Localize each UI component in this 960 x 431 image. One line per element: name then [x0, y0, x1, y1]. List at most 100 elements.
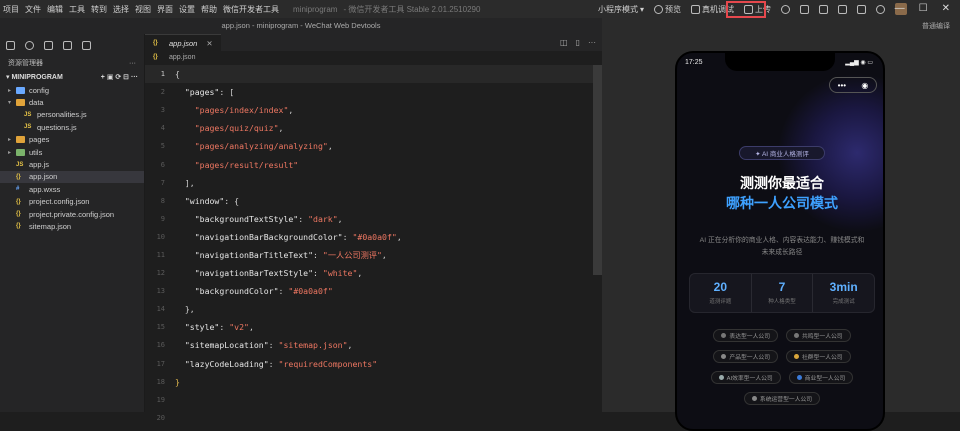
chip-label: 表达型一人公司 — [729, 334, 770, 340]
tree-item-label: personalities.js — [37, 110, 87, 120]
menu-item-9[interactable]: 帮助 — [198, 4, 220, 15]
layout-icon — [838, 4, 848, 14]
line-number: 20 — [156, 413, 165, 422]
file-tree: ▸ config ▾ data JS personalities.js JS question… — [0, 84, 144, 233]
toolbar-icon-3[interactable] — [819, 4, 829, 14]
menu-item-5[interactable]: 选择 — [110, 4, 132, 15]
tree-item-label: utils — [29, 147, 43, 157]
compare-icon[interactable]: ◫ — [560, 38, 568, 47]
code-text: "pages/quiz/quiz", — [169, 123, 284, 133]
menu-item-1[interactable]: 文件 — [22, 4, 44, 15]
tree-item[interactable]: {} project.config.json — [0, 196, 144, 208]
line-number: 3 — [160, 106, 165, 115]
search-icon[interactable] — [25, 40, 34, 50]
simulator-panel: 普通编译 17:25 ▂▄▆ ◉ ▭ ••• ◉ ✦ AI 商业人格测评 测测你最… — [602, 18, 960, 431]
line-number: 11 — [156, 250, 165, 259]
code-lines[interactable]: 1{2 "pages": [3 "pages/index/index", 4 "p… — [145, 65, 593, 427]
compile-mode[interactable]: 普通编译 — [922, 21, 950, 31]
code-token: "lazyCodeLoading" — [184, 358, 269, 369]
code-line: 14 }, — [145, 300, 593, 318]
code-line: 10 "navigationBarBackgroundColor": "#0a0… — [145, 228, 593, 246]
code-text: "lazyCodeLoading": "requiredComponents" — [169, 359, 377, 369]
tree-item[interactable]: ▸ utils — [0, 146, 144, 158]
editor-scrollbar[interactable] — [593, 65, 602, 275]
debug-icon[interactable] — [63, 40, 72, 50]
menu-item-8[interactable]: 设置 — [176, 4, 198, 15]
type-chip[interactable]: 表达型一人公司 — [713, 329, 778, 342]
code-token: : { — [224, 195, 240, 206]
code-text: } — [169, 377, 180, 387]
more-dots-icon[interactable]: ••• — [838, 81, 846, 90]
toolbar-icon-2[interactable] — [800, 4, 810, 14]
menu-item-3[interactable]: 工具 — [66, 4, 88, 15]
status-icons: ▂▄▆ ◉ ▭ — [845, 60, 873, 66]
preview-button[interactable]: 预览 — [654, 4, 681, 15]
type-chip[interactable]: 系统运营型一人公司 — [743, 392, 821, 405]
tree-item[interactable]: {} app.json — [0, 170, 144, 184]
tree-item[interactable]: ▸ pages — [0, 134, 144, 146]
chip-label: 社群型一人公司 — [802, 355, 843, 361]
menu-project: miniprogram — [293, 4, 338, 14]
tree-item[interactable]: {} project.private.config.json — [0, 208, 144, 220]
chip-label: 商业型一人公司 — [804, 376, 846, 382]
explorer-title: 资源管理器 — [8, 60, 43, 67]
chip-label: 共鸣型一人公司 — [802, 334, 843, 340]
menu-item-4[interactable]: 转到 — [88, 4, 110, 15]
line-number: 1 — [160, 70, 165, 79]
explorer-actions[interactable]: + ▣ ⟳ ⊟ ··· — [101, 73, 138, 81]
breadcrumb-file[interactable]: app.json — [169, 54, 195, 61]
mini-capsule[interactable]: ••• ◉ — [829, 77, 877, 93]
toolbar-icon-1[interactable] — [781, 4, 791, 14]
menu-item-10[interactable]: 微信开发者工具 — [220, 4, 282, 15]
code-text: { — [169, 69, 180, 79]
code-token: : — [278, 286, 289, 297]
minimize-icon[interactable]: — — [895, 3, 905, 14]
mode-select[interactable]: 小程序模式 ▾ — [598, 4, 644, 15]
code-token: "window" — [184, 195, 225, 206]
type-chip[interactable]: 共鸣型一人公司 — [786, 329, 851, 342]
tree-item[interactable]: JS app.js — [0, 158, 144, 170]
more-icon[interactable]: ··· — [129, 60, 136, 67]
menu-item-0[interactable]: 项目 — [0, 4, 22, 15]
chip-row: 表达型一人公司 共鸣型一人公司 — [687, 329, 877, 342]
toolbar-icon-5[interactable] — [857, 4, 867, 14]
source-control-icon[interactable] — [44, 40, 53, 50]
tree-item[interactable]: ▾ data — [0, 96, 144, 108]
type-chip[interactable]: 产品型一人公司 — [713, 350, 778, 363]
menu-item-6[interactable]: 视图 — [132, 4, 154, 15]
close-tab-icon[interactable]: ✕ — [206, 39, 212, 48]
code-line: 15 "style": "v2", — [145, 318, 593, 336]
menu-item-2[interactable]: 编辑 — [44, 4, 66, 15]
files-icon[interactable] — [6, 40, 15, 50]
menu-item-7[interactable]: 界面 — [154, 4, 176, 15]
split-icon[interactable]: ▯ — [576, 38, 580, 47]
tree-item[interactable]: # app.wxss — [0, 183, 144, 195]
toolbar-icon-4[interactable] — [838, 4, 848, 14]
code-text: ], — [169, 178, 195, 188]
code-text: "pages": [ — [169, 87, 234, 97]
code-token: } — [175, 376, 180, 387]
tree-item-label: app.json — [29, 172, 58, 182]
close-icon[interactable]: ✕ — [942, 3, 950, 14]
tree-item[interactable]: ▸ config — [0, 84, 144, 96]
window-title: app.json - miniprogram - WeChat Web Devt… — [0, 18, 602, 34]
type-chip[interactable]: AI效率型一人公司 — [710, 371, 781, 384]
chevron-icon: ▸ — [8, 137, 12, 144]
project-root[interactable]: ▾ MINIPROGRAM + ▣ ⟳ ⊟ ··· — [0, 70, 144, 84]
code-token: , — [347, 340, 353, 351]
json-file-icon: {} — [16, 198, 21, 205]
type-chip[interactable]: 商业型一人公司 — [788, 371, 854, 384]
more-actions-icon[interactable]: ··· — [588, 38, 596, 47]
extensions-icon[interactable] — [82, 40, 91, 50]
chip-icon — [718, 375, 724, 380]
tab-app-json[interactable]: {} app.json ✕ — [145, 34, 221, 51]
maximize-icon[interactable]: ☐ — [919, 3, 928, 14]
tree-item[interactable]: {} sitemap.json — [0, 220, 144, 232]
tree-item[interactable]: JS questions.js — [0, 121, 144, 133]
toolbar-icon-6[interactable] — [876, 4, 886, 14]
capsule-close-icon[interactable]: ◉ — [861, 81, 868, 90]
tree-item[interactable]: JS personalities.js — [0, 109, 144, 121]
type-chip[interactable]: 社群型一人公司 — [786, 350, 851, 363]
code-token: : — [298, 213, 309, 224]
